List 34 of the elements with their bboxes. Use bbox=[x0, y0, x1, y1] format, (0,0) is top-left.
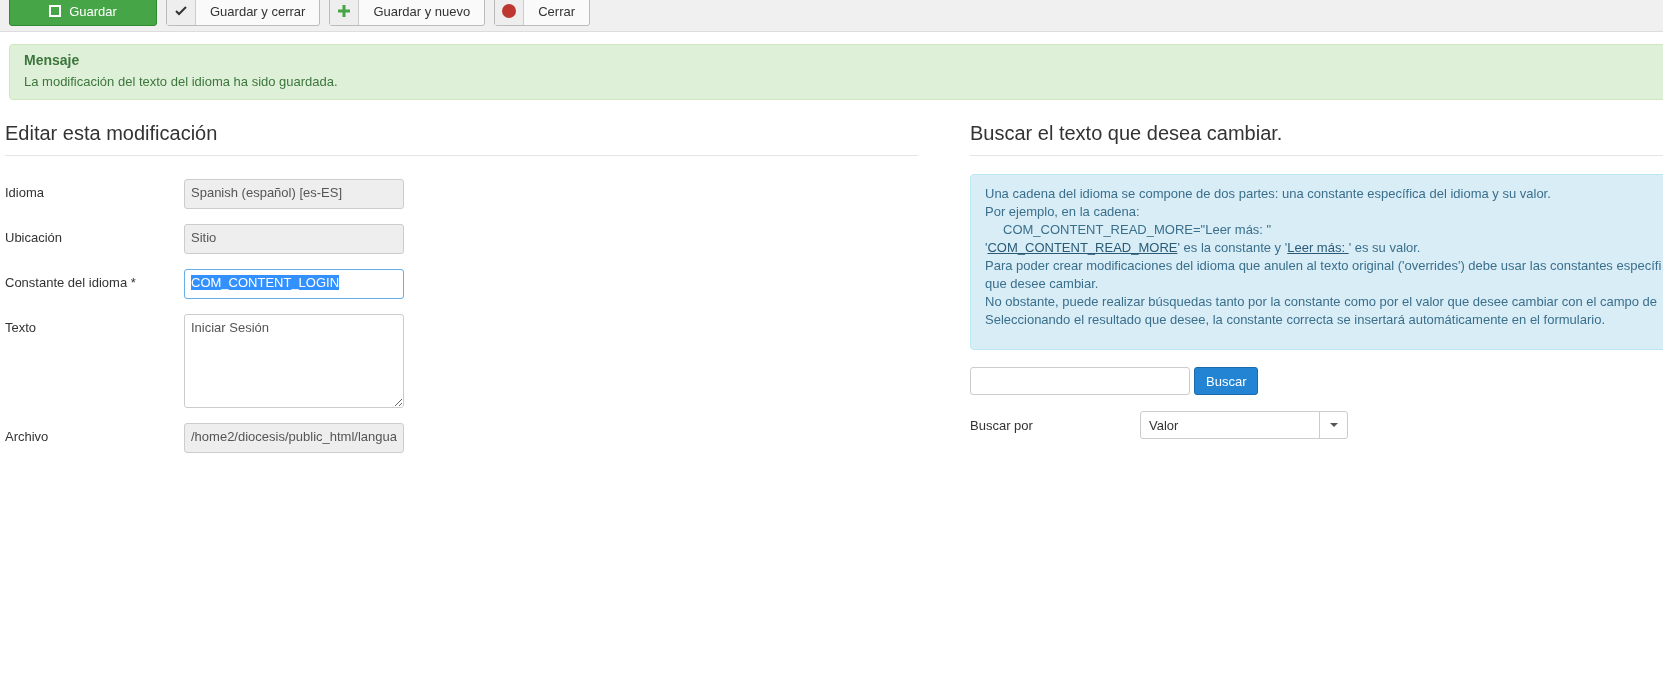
info-text: Por ejemplo, en la cadena: bbox=[985, 203, 1141, 221]
close-icon bbox=[502, 4, 517, 18]
info-text: Una cadena del idioma se compone de dos partes: una constante específica del idioma y su valor. bbox=[985, 185, 1552, 203]
toolbar-button[interactable]: Guardar y cerrar bbox=[166, 0, 321, 26]
message-text: La modificación del texto del idioma ha sido guardada. bbox=[24, 74, 339, 89]
field-label: Ubicación bbox=[5, 229, 64, 245]
toolbar-button[interactable]: Guardar y nuevo bbox=[329, 0, 486, 26]
caret-icon bbox=[1329, 423, 1338, 427]
field-label: Idioma bbox=[5, 184, 46, 200]
filter-select[interactable]: Valor bbox=[1140, 411, 1348, 439]
text-area[interactable]: Iniciar Sesión bbox=[184, 314, 404, 408]
filter-label: Buscar por bbox=[970, 417, 1034, 433]
section-heading: Editar esta modificación bbox=[5, 122, 918, 156]
check-icon bbox=[175, 5, 187, 17]
info-text: que desee cambiar. bbox=[985, 275, 1100, 293]
info-text: Para poder crear modificaciones del idioma que anulen al texto original ('overrides') debe usar las constantes específi bbox=[985, 257, 1663, 275]
message-title: Mensaje bbox=[24, 52, 81, 68]
example-text: 'COM_CONTENT_READ_MORE' es la constante y 'Leer más: ' es su valor. bbox=[985, 239, 1422, 257]
search-field[interactable] bbox=[970, 367, 1190, 395]
search-button[interactable]: Buscar bbox=[1194, 367, 1259, 395]
field-label: Texto bbox=[5, 319, 38, 335]
info-text: Seleccionando el resultado que desee, la constante correcta se insertará automáticamente en el formulario. bbox=[985, 311, 1607, 329]
field-label: Archivo bbox=[5, 428, 50, 444]
input-field[interactable]: Spanish (español) [es-ES] bbox=[184, 179, 404, 209]
input-field[interactable]: Sitio bbox=[184, 224, 404, 254]
input-field[interactable]: /home2/diocesis/public_html/langua bbox=[184, 423, 404, 453]
example-link[interactable]: Leer más: bbox=[1287, 240, 1349, 255]
info-text: No obstante, puede realizar búsquedas tanto por la constante como por el valor que desee cambiar con el campo de bbox=[985, 293, 1659, 311]
toolbar-button[interactable]: Cerrar bbox=[494, 0, 591, 26]
code-example: COM_CONTENT_READ_MORE="Leer más: " bbox=[1002, 221, 1273, 239]
save-icon bbox=[49, 5, 62, 17]
plus-icon bbox=[338, 5, 351, 17]
field-label: Constante del idioma * bbox=[5, 274, 137, 290]
section-heading: Buscar el texto que desea cambiar. bbox=[970, 122, 1663, 156]
